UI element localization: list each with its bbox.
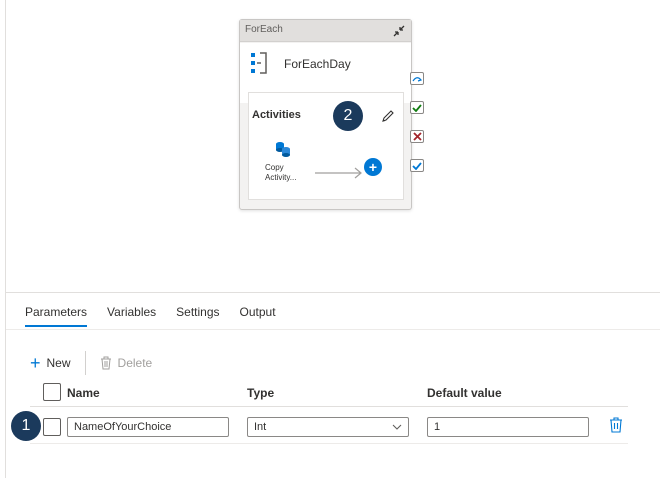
activities-container[interactable]: Activities 2 Copy Activity... +: [248, 92, 404, 200]
parameter-default-input[interactable]: 1: [427, 417, 589, 437]
foreach-type-label: ForEach: [245, 24, 283, 35]
new-button-label: New: [46, 356, 71, 370]
tab-variables[interactable]: Variables: [107, 305, 156, 327]
tab-parameters[interactable]: Parameters: [25, 305, 88, 327]
arrow-connector-icon: [315, 167, 362, 179]
panel-tabs: Parameters Variables Settings Output: [25, 305, 276, 327]
parameter-type-value: Int: [254, 421, 267, 433]
chevron-down-icon: [392, 424, 402, 430]
step-badge-1: 1: [11, 411, 41, 441]
trash-icon[interactable]: [609, 417, 623, 433]
delete-button-label: Delete: [117, 356, 153, 370]
add-activity-icon[interactable]: +: [364, 158, 382, 176]
table-row: 1 NameOfYourChoice Int 1: [11, 408, 628, 444]
header-default-value: Default value: [427, 386, 502, 400]
row-checkbox[interactable]: [43, 418, 61, 436]
copy-activity-icon[interactable]: [275, 141, 291, 157]
properties-panel: Parameters Variables Settings Output + N…: [5, 292, 660, 478]
step-badge-2: 2: [333, 101, 363, 131]
success-icon[interactable]: [410, 101, 424, 114]
tabs-divider: [6, 329, 660, 330]
copy-activity-label: Copy Activity...: [265, 163, 297, 182]
foreach-name: ForEachDay: [284, 57, 351, 71]
parameters-toolbar: + New Delete: [30, 351, 152, 375]
pipeline-canvas[interactable]: ForEach ForEachDay Activities 2 Copy Act…: [5, 0, 660, 292]
completion-icon[interactable]: [410, 159, 424, 172]
new-button[interactable]: + New: [30, 354, 71, 372]
foreach-header: ForEach: [240, 20, 411, 42]
pencil-icon[interactable]: [381, 109, 395, 123]
header-name: Name: [67, 386, 100, 400]
activities-label: Activities: [252, 109, 301, 121]
tab-output[interactable]: Output: [240, 305, 276, 327]
trash-icon: [100, 356, 111, 370]
failure-icon[interactable]: [410, 130, 424, 143]
toolbar-separator: [84, 351, 86, 375]
tab-settings[interactable]: Settings: [176, 305, 219, 327]
grid-header: Name Type Default value: [30, 379, 628, 407]
plus-icon: +: [30, 353, 41, 373]
collapse-icon[interactable]: [391, 23, 407, 39]
select-all-checkbox[interactable]: [43, 383, 61, 401]
foreach-activity-card[interactable]: ForEach ForEachDay Activities 2 Copy Act…: [239, 19, 412, 210]
parameter-name-input[interactable]: NameOfYourChoice: [67, 417, 229, 437]
skip-icon[interactable]: [410, 72, 424, 85]
foreach-icon: [251, 52, 267, 74]
parameter-type-select[interactable]: Int: [247, 417, 409, 437]
header-type: Type: [247, 386, 275, 400]
delete-button[interactable]: Delete: [100, 356, 153, 370]
